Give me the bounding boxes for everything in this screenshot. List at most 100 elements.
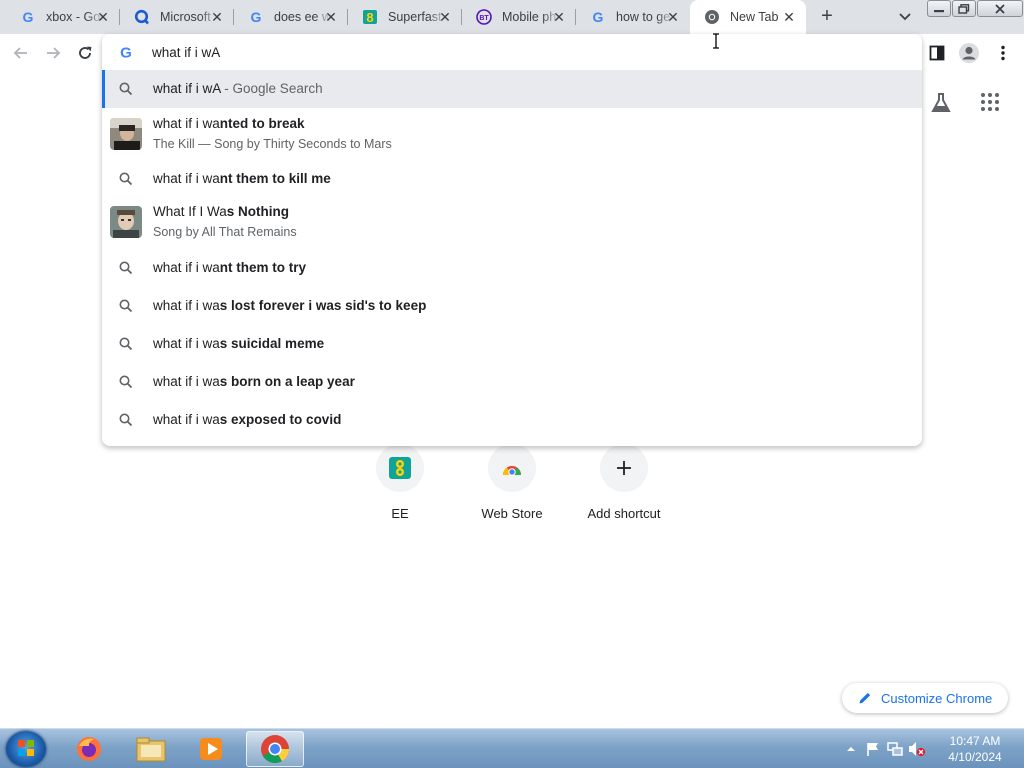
file-explorer-taskbar-button[interactable] <box>122 731 180 767</box>
address-bar[interactable]: G <box>102 34 922 70</box>
firefox-taskbar-button[interactable] <box>60 731 118 767</box>
svg-text:G: G <box>23 9 34 25</box>
text-cursor-icon <box>713 33 719 49</box>
close-icon[interactable]: ✕ <box>552 10 566 24</box>
chrome-icon <box>704 9 720 25</box>
google-icon: G <box>248 9 264 25</box>
back-button[interactable] <box>10 42 32 64</box>
search-icon <box>118 298 134 314</box>
svg-text:G: G <box>120 45 132 61</box>
close-icon[interactable]: ✕ <box>438 10 452 24</box>
shortcut-add[interactable]: Add shortcut <box>574 444 674 521</box>
omnibox-dropdown: G what if i wA - Google Search what if i… <box>102 34 922 446</box>
suggestion-text: what if i wA - Google Search <box>153 81 323 96</box>
firefox-icon <box>77 737 101 761</box>
tab-superfast[interactable]: 8 Superfast ✕ <box>348 0 462 34</box>
network-icon[interactable] <box>884 738 906 760</box>
shortcut-label: Web Store <box>481 506 543 521</box>
suggestion-text: what if i was suicidal meme <box>153 336 325 351</box>
close-icon[interactable]: ✕ <box>210 10 224 24</box>
svg-text:G: G <box>593 9 604 25</box>
tab-strip: G xbox - Goog ✕ Microsoft ✕ G does ee wi… <box>0 0 1024 34</box>
reload-button[interactable] <box>74 42 96 64</box>
tab-title: New Tab <box>730 10 779 24</box>
google-apps-icon[interactable] <box>980 92 1000 112</box>
media-player-taskbar-button[interactable] <box>182 731 240 767</box>
kebab-menu-icon <box>1001 45 1005 61</box>
suggestion-text: what if i was born on a leap year <box>153 374 355 389</box>
reload-icon <box>79 46 92 59</box>
tab-does-ee[interactable]: G does ee wi ✕ <box>234 0 348 34</box>
window-close-button[interactable] <box>977 0 1023 17</box>
close-icon[interactable]: ✕ <box>666 10 680 24</box>
customize-chrome-button[interactable]: Customize Chrome <box>842 683 1008 713</box>
suggestion-entity[interactable]: What If I Was Nothing Song by All That R… <box>102 198 922 250</box>
search-icon <box>118 81 134 97</box>
clock-time: 10:47 AM <box>949 734 1001 748</box>
new-tab-button[interactable]: + <box>816 6 838 28</box>
media-player-icon <box>200 738 222 760</box>
suggestion-search[interactable]: what if i was exposed to covid <box>102 401 922 439</box>
suggestion-search[interactable]: what if i was born on a leap year <box>102 363 922 401</box>
google-icon: G <box>118 44 134 62</box>
suggestion-search[interactable]: what if i was lost forever i was sid's t… <box>102 287 922 325</box>
side-panel-button[interactable] <box>926 42 948 64</box>
tab-how-to[interactable]: G how to ge ✕ <box>576 0 690 34</box>
start-button[interactable] <box>6 731 46 767</box>
suggestion-search[interactable]: what if i want them to kill me <box>102 160 922 198</box>
suggestion-text: what if i was lost forever i was sid's t… <box>153 298 427 313</box>
bt-icon: BT <box>476 9 492 25</box>
search-icon <box>118 374 134 390</box>
svg-text:8: 8 <box>366 10 373 25</box>
menu-button[interactable] <box>992 42 1014 64</box>
suggestion-search[interactable]: what if i want them to try <box>102 249 922 287</box>
chrome-taskbar-button[interactable] <box>246 731 304 767</box>
tab-microsoft[interactable]: Microsoft ✕ <box>120 0 234 34</box>
address-input[interactable] <box>152 42 892 62</box>
suggestion-text: what if i was exposed to covid <box>153 412 342 427</box>
close-icon[interactable]: ✕ <box>782 10 796 24</box>
side-panel-icon <box>929 45 945 61</box>
tab-search-chevron-icon[interactable] <box>896 8 914 26</box>
profile-button[interactable] <box>958 42 980 64</box>
tab-new-tab[interactable]: New Tab ✕ <box>690 0 806 34</box>
suggestion-search[interactable]: what if i was suicidal meme <box>102 325 922 363</box>
suggestion-google-search[interactable]: what if i wA - Google Search <box>102 70 922 108</box>
suggestion-text: what if i want them to try <box>153 260 307 275</box>
action-center-flag-icon[interactable] <box>862 738 884 760</box>
tab-xbox[interactable]: G xbox - Goog ✕ <box>6 0 120 34</box>
minimize-button[interactable] <box>927 0 951 17</box>
search-icon <box>118 260 134 276</box>
tab-mobile-ph[interactable]: BT Mobile ph ✕ <box>462 0 576 34</box>
plus-icon <box>600 444 648 492</box>
search-icon <box>118 412 134 428</box>
search-icon <box>118 336 134 352</box>
restore-button[interactable] <box>952 0 976 17</box>
forward-button[interactable] <box>42 42 64 64</box>
suggestion-subtitle: The Kill — Song by Thirty Seconds to Mar… <box>153 137 392 151</box>
show-hidden-icons-icon[interactable] <box>840 738 862 760</box>
chrome-icon <box>261 735 289 763</box>
clock-date: 4/10/2024 <box>948 750 1002 764</box>
system-clock[interactable]: 10:47 AM 4/10/2024 <box>940 733 1010 765</box>
suggestion-text: what if i wanted to break <box>153 116 305 131</box>
labs-flask-icon[interactable] <box>930 92 952 114</box>
google-icon: G <box>590 9 606 25</box>
all-that-remains-thumbnail <box>110 206 142 238</box>
close-icon[interactable]: ✕ <box>96 10 110 24</box>
window-controls <box>926 0 1023 18</box>
search-icon <box>118 171 134 187</box>
suggestion-entity[interactable]: what if i wanted to break The Kill — Son… <box>102 108 922 160</box>
svg-text:G: G <box>251 9 262 25</box>
ee-icon: 8 <box>362 9 378 25</box>
shortcut-web-store[interactable]: Web Store <box>462 444 562 521</box>
thirty-seconds-to-mars-thumbnail <box>110 118 142 150</box>
windows-taskbar: 10:47 AM 4/10/2024 <box>0 728 1024 768</box>
close-icon[interactable]: ✕ <box>324 10 338 24</box>
suggestion-subtitle: Song by All That Remains <box>153 225 297 239</box>
customize-label: Customize Chrome <box>881 690 993 706</box>
ee-icon <box>376 444 424 492</box>
volume-muted-icon[interactable] <box>906 738 928 760</box>
shortcut-label: EE <box>391 506 409 521</box>
shortcut-ee[interactable]: EE <box>350 444 450 521</box>
